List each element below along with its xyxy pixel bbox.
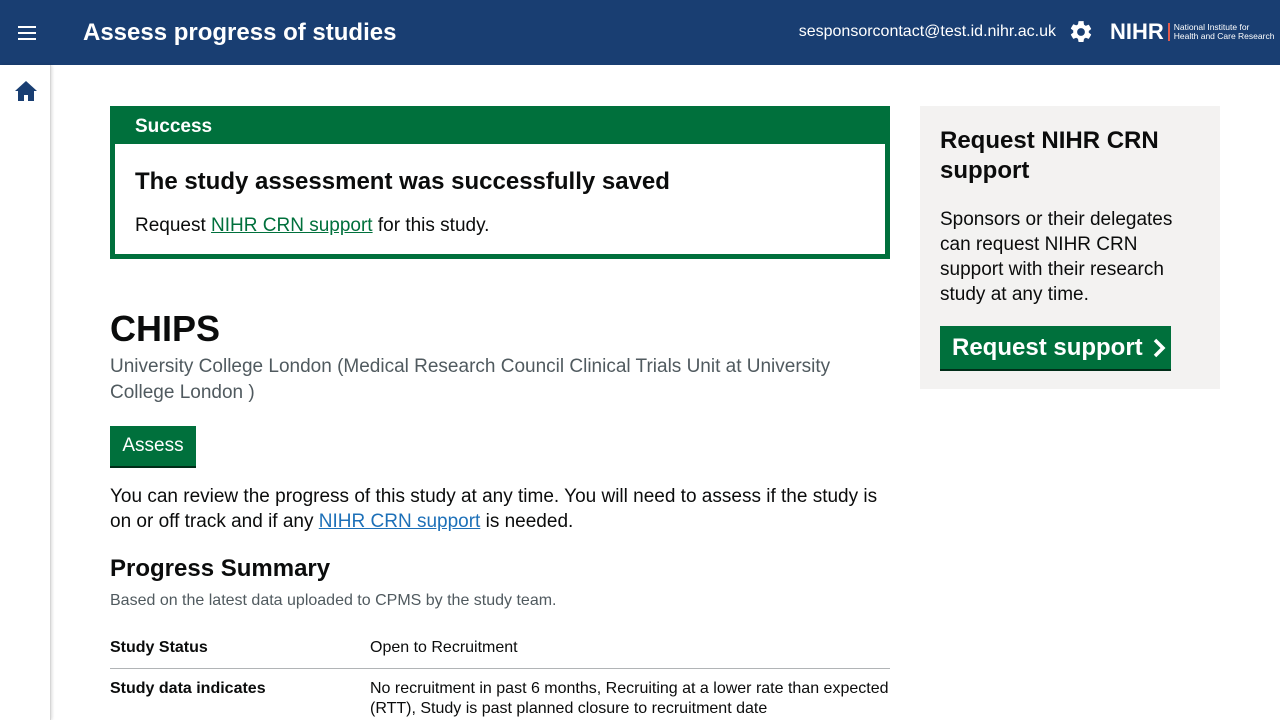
success-body-suffix: for this study. (372, 215, 490, 236)
success-body-prefix: Request (135, 215, 212, 236)
home-icon[interactable] (14, 80, 38, 102)
menu-icon[interactable] (14, 20, 40, 46)
user-email: sesponsorcontact@test.id.nihr.ac.uk (798, 23, 1056, 40)
crn-support-link[interactable]: NIHR CRN support (211, 215, 373, 236)
gear-icon[interactable] (1068, 19, 1094, 45)
summary-row: Study data indicates No recruitment in p… (110, 669, 890, 720)
summary-row: Study Status Open to Recruitment (110, 628, 890, 669)
success-body: Request NIHR CRN support for this study. (135, 213, 489, 238)
progress-summary-list: Study Status Open to Recruitment Study d… (110, 628, 890, 720)
summary-value: Open to Recruitment (370, 639, 518, 656)
summary-value: No recruitment in past 6 months, Recruit… (370, 680, 889, 717)
support-panel-title: Request NIHR CRN support (940, 127, 1159, 184)
logo-separator (1167, 23, 1170, 41)
chevron-right-icon (1153, 338, 1166, 357)
progress-summary-hint: Based on the latest data uploaded to CPM… (110, 592, 557, 609)
assess-button[interactable]: Assess (110, 426, 196, 466)
intro-crn-support-link[interactable]: NIHR CRN support (319, 511, 481, 532)
top-header: Assess progress of studies sesponsorcont… (0, 0, 1280, 65)
progress-summary-title: Progress Summary (110, 555, 331, 582)
app-title: Assess progress of studies (83, 19, 397, 46)
logo-text-line2: Health and Care Research (1173, 31, 1275, 41)
intro-text: You can review the progress of this stud… (110, 484, 890, 534)
logo-mark: NIHR (1110, 19, 1164, 44)
success-banner: Success The study assessment was success… (110, 106, 890, 259)
support-panel: Request NIHR CRN support Sponsors or the… (920, 106, 1220, 389)
request-support-button[interactable]: Request support (940, 326, 1171, 369)
side-nav (0, 65, 51, 720)
success-title: The study assessment was successfully sa… (135, 168, 670, 195)
support-panel-text: Sponsors or their delegates can request … (940, 209, 1173, 305)
logo-text-line1: National Institute for (1173, 21, 1250, 32)
success-heading: Success (115, 111, 885, 144)
logo-text: National Institute for Health and Care R… (1173, 21, 1275, 42)
summary-key: Study data indicates (110, 680, 266, 697)
study-organisation: University College London (Medical Resea… (110, 356, 831, 403)
intro-text-suffix: is needed. (480, 511, 574, 532)
study-name: CHIPS (110, 308, 221, 349)
summary-key: Study Status (110, 639, 208, 656)
nihr-logo[interactable]: NIHR National Institute for Health and C… (1110, 16, 1274, 48)
request-support-label: Request support (952, 333, 1143, 361)
